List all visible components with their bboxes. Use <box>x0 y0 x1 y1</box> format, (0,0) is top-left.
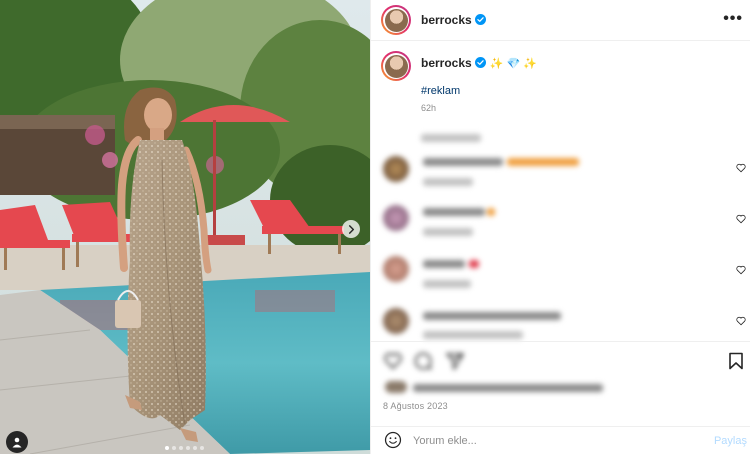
add-comment-bar: Paylaş <box>371 426 750 454</box>
comment-like-icon[interactable] <box>736 163 746 173</box>
carousel-dot <box>179 446 183 450</box>
carousel-dot <box>200 446 204 450</box>
carousel-indicator <box>165 446 204 450</box>
carousel-dot <box>186 446 190 450</box>
comment-avatar[interactable] <box>383 205 409 231</box>
post-comment-button[interactable]: Paylaş <box>714 435 747 447</box>
carousel-dot <box>172 446 176 450</box>
post-actions-bar <box>371 341 750 381</box>
post-date: 8 Ağustos 2023 <box>383 401 448 411</box>
emoji-icon[interactable] <box>384 431 402 449</box>
comment-avatar[interactable] <box>383 256 409 282</box>
comment-like-icon[interactable] <box>736 214 746 224</box>
tagged-users-button[interactable] <box>6 431 28 453</box>
bookmark-icon[interactable] <box>728 352 744 370</box>
heart-icon[interactable] <box>383 351 403 371</box>
comment-avatar[interactable] <box>383 156 409 182</box>
carousel-dot <box>193 446 197 450</box>
comment-like-icon[interactable] <box>736 316 746 326</box>
carousel-dot-active <box>165 446 169 450</box>
instagram-post-modal: berrocks ••• berrocks✨ 💎 ✨ #reklam 62h <box>0 0 750 454</box>
comments-list[interactable] <box>1 0 750 340</box>
user-tag-icon <box>12 437 22 448</box>
share-icon[interactable] <box>445 351 465 371</box>
comment-input[interactable] <box>413 433 703 449</box>
comment-avatar[interactable] <box>383 308 409 334</box>
post-side-panel: berrocks ••• berrocks✨ 💎 ✨ #reklam 62h <box>370 0 750 454</box>
comment-like-icon[interactable] <box>736 265 746 275</box>
comment-icon[interactable] <box>413 351 433 371</box>
